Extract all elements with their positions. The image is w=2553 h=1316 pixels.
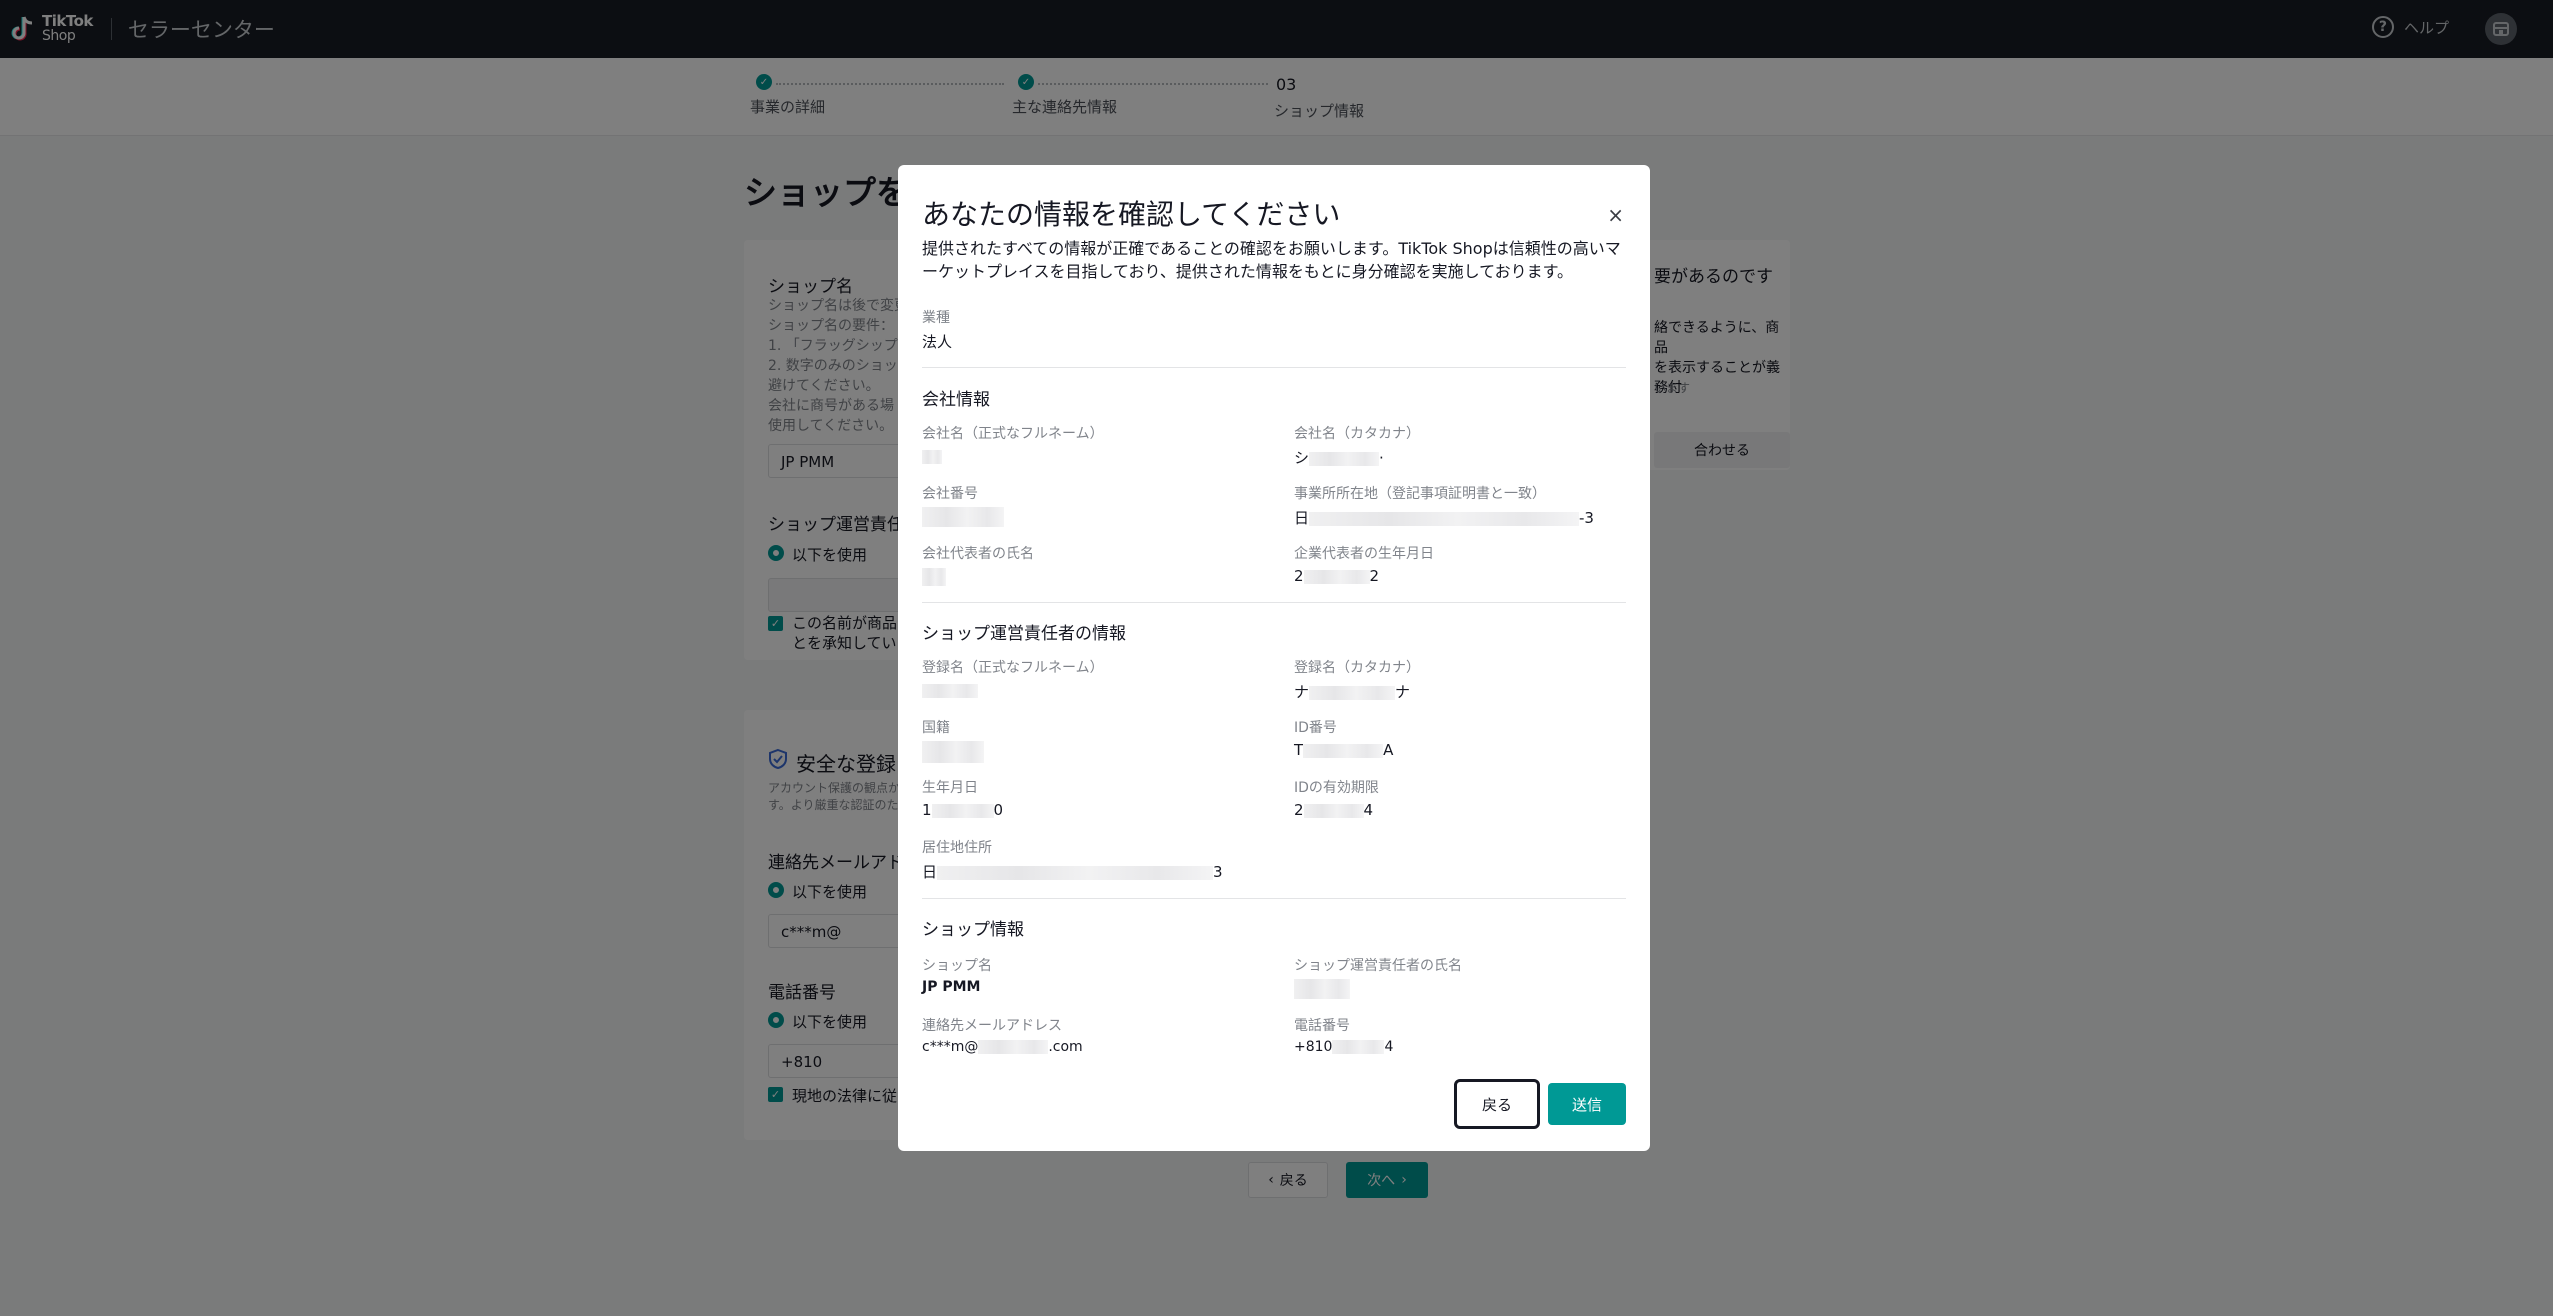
rep-birth-label: 企業代表者の生年月日 — [1294, 546, 1434, 562]
birth-value: 10 — [922, 801, 1004, 819]
company-kana-value: シ · — [1294, 449, 1384, 467]
manager-section-title: ショップ運営責任者の情報 — [922, 624, 1126, 644]
shop-section-title: ショップ情報 — [922, 920, 1024, 940]
shop-email-value: c***m@ .com — [922, 1039, 1083, 1055]
section-divider — [922, 602, 1626, 603]
reg-name-value — [922, 681, 978, 699]
company-section-title: 会社情報 — [922, 390, 990, 410]
company-name-label: 会社名（正式なフルネーム） — [922, 426, 1104, 442]
reg-name-label: 登録名（正式なフルネーム） — [922, 660, 1104, 676]
section-divider — [922, 367, 1626, 368]
company-number-value — [922, 507, 1004, 527]
back-button[interactable]: 戻る — [1454, 1079, 1540, 1129]
id-number-value: TA — [1294, 741, 1394, 759]
reg-kana-value: ナナ — [1294, 683, 1411, 701]
company-address-value: 日 -3 — [1294, 509, 1594, 527]
id-number-label: ID番号 — [1294, 720, 1337, 736]
shop-manager-label: ショップ運営責任者の氏名 — [1294, 958, 1462, 974]
shop-phone-label: 電話番号 — [1294, 1018, 1350, 1034]
shop-name-label: ショップ名 — [922, 958, 992, 974]
id-expiry-value: 24 — [1294, 801, 1374, 819]
residence-label: 居住地住所 — [922, 840, 992, 856]
rep-birth-value: 22 — [1294, 567, 1380, 585]
reg-kana-label: 登録名（カタカナ） — [1294, 660, 1420, 676]
shop-email-label: 連絡先メールアドレス — [922, 1018, 1062, 1034]
submit-button[interactable]: 送信 — [1548, 1083, 1626, 1125]
modal-description: 提供されたすべての情報が正確であることの確認をお願いします。TikTok Sho… — [922, 239, 1621, 281]
close-icon[interactable]: × — [1607, 205, 1624, 225]
rep-name-label: 会社代表者の氏名 — [922, 546, 1034, 562]
modal-title: あなたの情報を確認してください — [922, 198, 1341, 231]
shop-manager-value — [1294, 979, 1350, 999]
company-name-value — [922, 447, 942, 465]
birth-label: 生年月日 — [922, 780, 978, 796]
confirm-info-modal: あなたの情報を確認してください × 提供されたすべての情報が正確であることの確認… — [898, 165, 1650, 1151]
shop-name-value: JP PMM — [922, 979, 981, 995]
company-kana-label: 会社名（カタカナ） — [1294, 426, 1420, 442]
residence-value: 日3 — [922, 863, 1223, 881]
business-type-value: 法人 — [922, 333, 953, 351]
id-expiry-label: IDの有効期限 — [1294, 780, 1379, 796]
shop-phone-value: +810 4 — [1294, 1039, 1394, 1055]
section-divider — [922, 898, 1626, 899]
rep-name-value — [922, 567, 946, 586]
company-address-label: 事業所所在地（登記事項証明書と一致） — [1294, 486, 1546, 502]
nationality-value — [922, 741, 984, 763]
company-number-label: 会社番号 — [922, 486, 978, 502]
nationality-label: 国籍 — [922, 720, 950, 736]
business-type-label: 業種 — [922, 310, 950, 326]
